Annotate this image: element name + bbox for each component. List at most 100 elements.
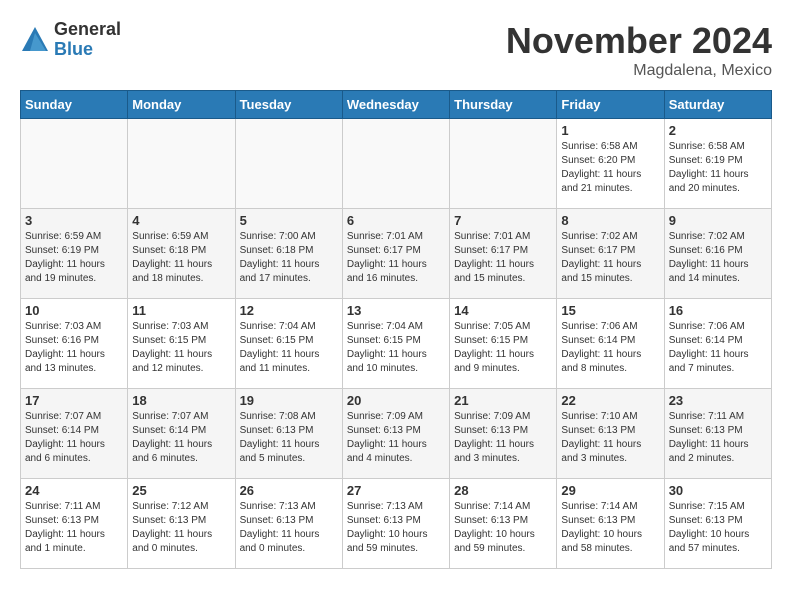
day-info: Sunrise: 7:04 AM Sunset: 6:15 PM Dayligh…	[240, 320, 338, 376]
day-number: 10	[25, 303, 123, 318]
weekday-header-row: SundayMondayTuesdayWednesdayThursdayFrid…	[21, 91, 772, 119]
day-number: 4	[132, 213, 230, 228]
calendar-day-cell: 23Sunrise: 7:11 AM Sunset: 6:13 PM Dayli…	[664, 389, 771, 479]
logo-blue-text: Blue	[54, 40, 121, 60]
calendar-day-cell: 22 Sunrise: 7:10 AM Sunset: 6:13 PM Dayli…	[557, 389, 664, 479]
calendar-week-5: 24 Sunrise: 7:11 AM Sunset: 6:13 PM Dayli…	[21, 479, 772, 569]
day-info: Sunrise: 7:11 AM Sunset: 6:13 PM Dayligh…	[669, 410, 767, 466]
calendar-day-cell: 30 Sunrise: 7:15 AM Sunset: 6:13 PM Dayli…	[664, 479, 771, 569]
calendar-day-cell: 28Sunrise: 7:14 AM Sunset: 6:13 PM Dayli…	[450, 479, 557, 569]
day-number: 16	[669, 303, 767, 318]
day-info: Sunrise: 7:11 AM Sunset: 6:13 PM Dayligh…	[25, 500, 123, 556]
day-info: Sunrise: 6:58 AM Sunset: 6:20 PM Dayligh…	[561, 140, 659, 196]
day-number: 19	[240, 393, 338, 408]
day-number: 3	[25, 213, 123, 228]
logo-general-text: General	[54, 20, 121, 40]
weekday-header-sunday: Sunday	[21, 91, 128, 119]
calendar-day-cell: 1 Sunrise: 6:58 AM Sunset: 6:20 PM Daylig…	[557, 119, 664, 209]
calendar-day-cell: 16 Sunrise: 7:06 AM Sunset: 6:14 PM Dayli…	[664, 299, 771, 389]
day-info: Sunrise: 7:09 AM Sunset: 6:13 PM Dayligh…	[347, 410, 445, 466]
day-info: Sunrise: 6:59 AM Sunset: 6:18 PM Dayligh…	[132, 230, 230, 286]
logo-text: General Blue	[54, 20, 121, 60]
day-number: 12	[240, 303, 338, 318]
day-info: Sunrise: 7:10 AM Sunset: 6:13 PM Dayligh…	[561, 410, 659, 466]
calendar-day-cell: 2 Sunrise: 6:58 AM Sunset: 6:19 PM Daylig…	[664, 119, 771, 209]
day-info: Sunrise: 7:12 AM Sunset: 6:13 PM Dayligh…	[132, 500, 230, 556]
calendar-week-4: 17 Sunrise: 7:07 AM Sunset: 6:14 PM Dayli…	[21, 389, 772, 479]
day-info: Sunrise: 7:00 AM Sunset: 6:18 PM Dayligh…	[240, 230, 338, 286]
day-number: 13	[347, 303, 445, 318]
day-number: 7	[454, 213, 552, 228]
day-info: Sunrise: 7:05 AM Sunset: 6:15 PM Dayligh…	[454, 320, 552, 376]
day-info: Sunrise: 7:04 AM Sunset: 6:15 PM Dayligh…	[347, 320, 445, 376]
calendar-week-1: 1 Sunrise: 6:58 AM Sunset: 6:20 PM Daylig…	[21, 119, 772, 209]
day-info: Sunrise: 7:15 AM Sunset: 6:13 PM Dayligh…	[669, 500, 767, 556]
header-area: General Blue November 2024 Magdalena, Me…	[20, 20, 772, 80]
day-info: Sunrise: 7:03 AM Sunset: 6:15 PM Dayligh…	[132, 320, 230, 376]
day-info: Sunrise: 7:07 AM Sunset: 6:14 PM Dayligh…	[132, 410, 230, 466]
calendar-week-2: 3 Sunrise: 6:59 AM Sunset: 6:19 PM Daylig…	[21, 209, 772, 299]
day-number: 30	[669, 483, 767, 498]
day-info: Sunrise: 7:14 AM Sunset: 6:13 PM Dayligh…	[561, 500, 659, 556]
calendar-day-cell	[128, 119, 235, 209]
calendar-day-cell: 19Sunrise: 7:08 AM Sunset: 6:13 PM Dayli…	[235, 389, 342, 479]
day-info: Sunrise: 7:06 AM Sunset: 6:14 PM Dayligh…	[561, 320, 659, 376]
calendar-day-cell	[235, 119, 342, 209]
day-number: 15	[561, 303, 659, 318]
calendar-day-cell: 3 Sunrise: 6:59 AM Sunset: 6:19 PM Daylig…	[21, 209, 128, 299]
day-info: Sunrise: 6:58 AM Sunset: 6:19 PM Dayligh…	[669, 140, 767, 196]
day-info: Sunrise: 7:14 AM Sunset: 6:13 PM Dayligh…	[454, 500, 552, 556]
day-number: 14	[454, 303, 552, 318]
day-number: 1	[561, 123, 659, 138]
day-info: Sunrise: 7:02 AM Sunset: 6:16 PM Dayligh…	[669, 230, 767, 286]
day-info: Sunrise: 7:01 AM Sunset: 6:17 PM Dayligh…	[347, 230, 445, 286]
day-number: 9	[669, 213, 767, 228]
calendar-day-cell: 18 Sunrise: 7:07 AM Sunset: 6:14 PM Dayli…	[128, 389, 235, 479]
calendar-day-cell: 15 Sunrise: 7:06 AM Sunset: 6:14 PM Dayli…	[557, 299, 664, 389]
day-number: 6	[347, 213, 445, 228]
day-info: Sunrise: 6:59 AM Sunset: 6:19 PM Dayligh…	[25, 230, 123, 286]
day-number: 29	[561, 483, 659, 498]
calendar-day-cell	[450, 119, 557, 209]
calendar-day-cell: 6 Sunrise: 7:01 AM Sunset: 6:17 PM Daylig…	[342, 209, 449, 299]
calendar-day-cell: 7 Sunrise: 7:01 AM Sunset: 6:17 PM Daylig…	[450, 209, 557, 299]
day-number: 26	[240, 483, 338, 498]
calendar-day-cell: 4 Sunrise: 6:59 AM Sunset: 6:18 PM Daylig…	[128, 209, 235, 299]
weekday-header-wednesday: Wednesday	[342, 91, 449, 119]
day-info: Sunrise: 7:02 AM Sunset: 6:17 PM Dayligh…	[561, 230, 659, 286]
day-info: Sunrise: 7:09 AM Sunset: 6:13 PM Dayligh…	[454, 410, 552, 466]
calendar-day-cell: 11Sunrise: 7:03 AM Sunset: 6:15 PM Dayli…	[128, 299, 235, 389]
weekday-header-saturday: Saturday	[664, 91, 771, 119]
calendar-day-cell: 29 Sunrise: 7:14 AM Sunset: 6:13 PM Dayli…	[557, 479, 664, 569]
calendar-day-cell: 24 Sunrise: 7:11 AM Sunset: 6:13 PM Dayli…	[21, 479, 128, 569]
calendar-day-cell: 12 Sunrise: 7:04 AM Sunset: 6:15 PM Dayli…	[235, 299, 342, 389]
location-subtitle: Magdalena, Mexico	[506, 62, 772, 80]
day-number: 17	[25, 393, 123, 408]
day-number: 21	[454, 393, 552, 408]
day-number: 18	[132, 393, 230, 408]
calendar-table: SundayMondayTuesdayWednesdayThursdayFrid…	[20, 90, 772, 569]
calendar-day-cell	[21, 119, 128, 209]
day-number: 25	[132, 483, 230, 498]
day-number: 8	[561, 213, 659, 228]
day-number: 2	[669, 123, 767, 138]
weekday-header-thursday: Thursday	[450, 91, 557, 119]
day-info: Sunrise: 7:03 AM Sunset: 6:16 PM Dayligh…	[25, 320, 123, 376]
calendar-day-cell: 17Sunrise: 7:07 AM Sunset: 6:14 PM Dayli…	[21, 389, 128, 479]
day-info: Sunrise: 7:01 AM Sunset: 6:17 PM Dayligh…	[454, 230, 552, 286]
weekday-header-tuesday: Tuesday	[235, 91, 342, 119]
weekday-header-friday: Friday	[557, 91, 664, 119]
calendar-day-cell: 21 Sunrise: 7:09 AM Sunset: 6:13 PM Dayli…	[450, 389, 557, 479]
day-number: 22	[561, 393, 659, 408]
day-number: 24	[25, 483, 123, 498]
calendar-day-cell: 8 Sunrise: 7:02 AM Sunset: 6:17 PM Daylig…	[557, 209, 664, 299]
day-info: Sunrise: 7:13 AM Sunset: 6:13 PM Dayligh…	[347, 500, 445, 556]
day-info: Sunrise: 7:13 AM Sunset: 6:13 PM Dayligh…	[240, 500, 338, 556]
weekday-header-monday: Monday	[128, 91, 235, 119]
day-info: Sunrise: 7:06 AM Sunset: 6:14 PM Dayligh…	[669, 320, 767, 376]
calendar-day-cell	[342, 119, 449, 209]
month-title: November 2024	[506, 20, 772, 62]
calendar-day-cell: 14 Sunrise: 7:05 AM Sunset: 6:15 PM Dayli…	[450, 299, 557, 389]
logo: General Blue	[20, 20, 121, 60]
calendar-day-cell: 9 Sunrise: 7:02 AM Sunset: 6:16 PM Daylig…	[664, 209, 771, 299]
